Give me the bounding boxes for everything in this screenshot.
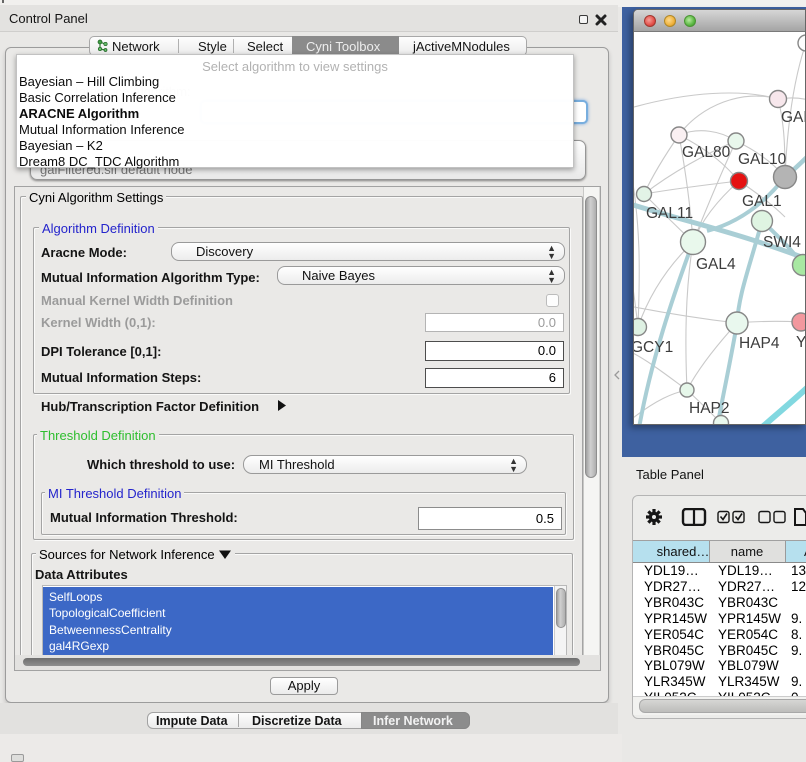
- svg-text:GAL1: GAL1: [742, 193, 782, 210]
- svg-text:SWI4: SWI4: [763, 234, 801, 251]
- svg-text:HAP2: HAP2: [689, 400, 730, 417]
- svg-text:GAL2: GAL2: [781, 109, 806, 126]
- svg-text:GAL11: GAL11: [646, 205, 693, 222]
- svg-text:GCY1: GCY1: [634, 339, 673, 356]
- svg-text:GAL80: GAL80: [682, 144, 731, 161]
- svg-text:YJ: YJ: [796, 334, 806, 351]
- svg-text:HAP4: HAP4: [739, 335, 780, 352]
- svg-text:GAL10: GAL10: [738, 151, 787, 168]
- svg-text:GAL4: GAL4: [696, 256, 736, 273]
